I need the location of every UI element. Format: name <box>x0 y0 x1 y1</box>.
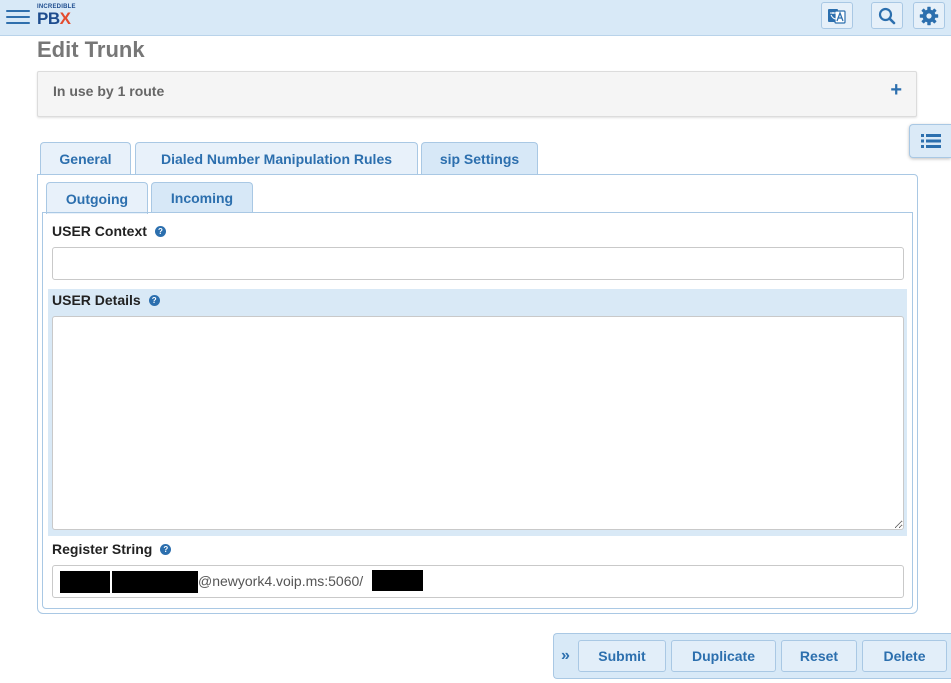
submit-button[interactable]: Submit <box>578 640 666 672</box>
user-context-label-text: USER Context <box>52 223 147 239</box>
tab-general[interactable]: General <box>40 142 131 174</box>
user-context-input[interactable] <box>52 247 904 280</box>
expand-plus-icon[interactable]: + <box>890 79 902 102</box>
register-string-label: Register String ? <box>52 541 172 557</box>
page-title: Edit Trunk <box>37 37 145 62</box>
tab-sip-settings[interactable]: sip Settings <box>421 142 538 175</box>
duplicate-button[interactable]: Duplicate <box>671 640 776 672</box>
user-details-textarea[interactable] <box>52 316 904 530</box>
redacted-block <box>60 571 110 593</box>
collapse-chevrons-icon[interactable]: » <box>561 647 570 665</box>
logo[interactable]: INCREDIBLE PBX <box>37 4 77 28</box>
reset-button[interactable]: Reset <box>781 640 857 672</box>
register-string-visible-text: @newyork4.voip.ms:5060/ <box>198 573 364 589</box>
tab-dialed-number-manipulation-rules[interactable]: Dialed Number Manipulation Rules <box>135 142 418 174</box>
action-bar: » Submit Duplicate Reset Delete <box>553 633 951 679</box>
user-details-label-text: USER Details <box>52 292 141 308</box>
delete-button[interactable]: Delete <box>862 640 947 672</box>
hamburger-menu-icon[interactable] <box>6 6 30 28</box>
help-icon[interactable]: ? <box>148 294 160 306</box>
language-icon <box>828 8 846 24</box>
list-icon <box>920 134 941 148</box>
settings-button[interactable] <box>913 2 945 29</box>
help-icon[interactable]: ? <box>154 225 166 237</box>
redacted-block <box>112 571 198 593</box>
top-bar: INCREDIBLE PBX <box>0 0 951 36</box>
subtab-outgoing[interactable]: Outgoing <box>46 182 148 214</box>
gear-icon <box>919 6 939 25</box>
search-icon <box>878 7 896 24</box>
logo-big-text: PBX <box>37 9 71 28</box>
user-details-label: USER Details ? <box>52 292 160 308</box>
register-string-label-text: Register String <box>52 541 153 557</box>
help-icon[interactable]: ? <box>160 543 172 555</box>
user-context-label: USER Context ? <box>52 223 166 239</box>
usage-text: In use by 1 route <box>53 83 165 99</box>
usage-panel[interactable]: In use by 1 route + <box>37 71 917 117</box>
search-button[interactable] <box>871 2 903 29</box>
redacted-block <box>372 570 423 591</box>
list-toggle-button[interactable] <box>909 124 951 158</box>
language-button[interactable] <box>821 2 853 29</box>
subtab-incoming[interactable]: Incoming <box>151 182 253 213</box>
